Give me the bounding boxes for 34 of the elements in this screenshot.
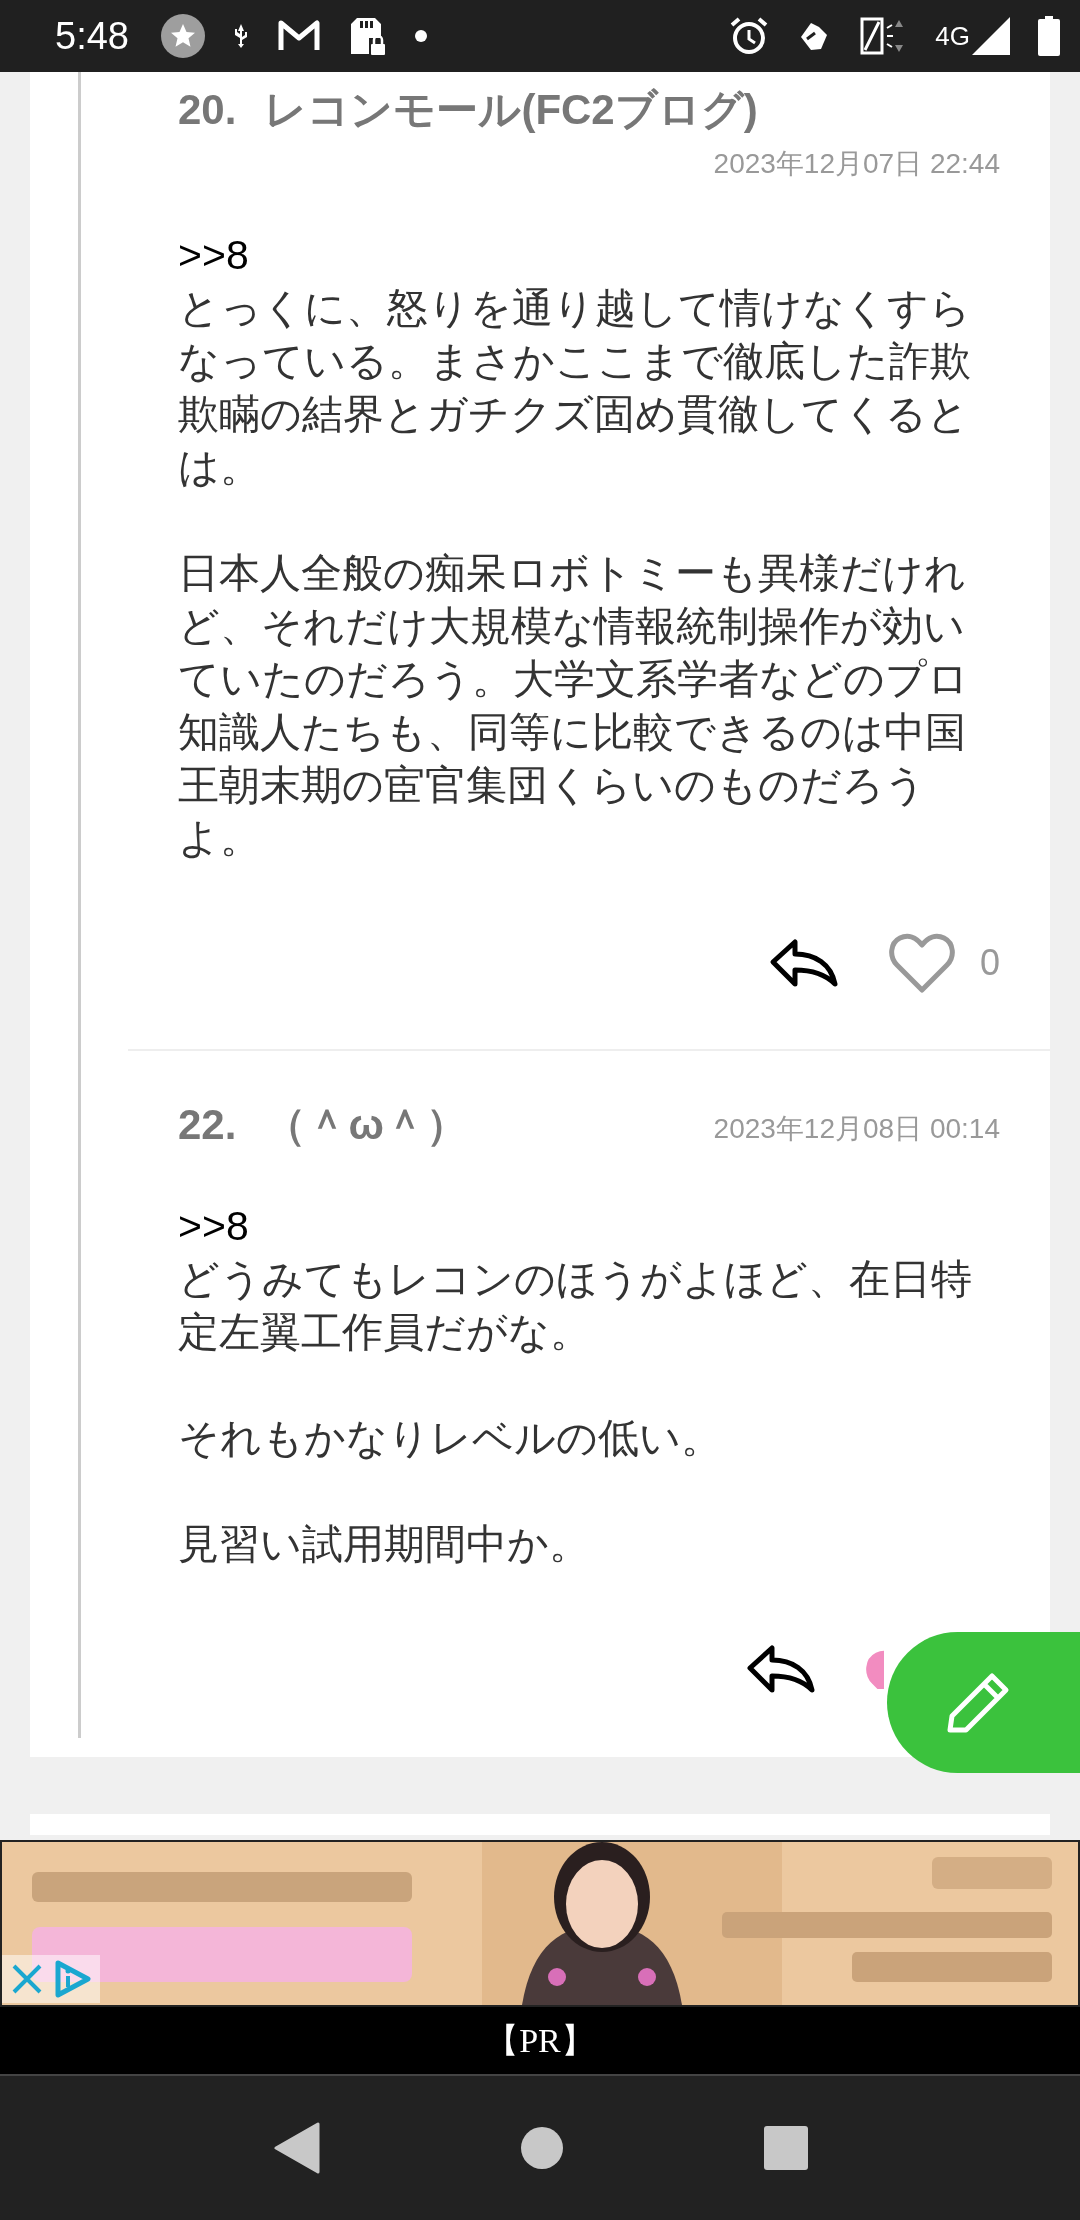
usb-icon	[232, 22, 249, 50]
comment-date: 2023年12月08日 00:14	[713, 1112, 1000, 1146]
star-notification-icon	[160, 14, 205, 58]
comment-text: 日本人全般の痴呆ロボトミーも異様だけれど、それだけ大規模な情報統制操作が効いていたのだろう。大学文系学者などのプロ知識人たちも、同等に比較できるのは中国王朝末期の宦官集団くらいのものだろうよ。	[178, 548, 970, 864]
battery-icon	[1038, 16, 1060, 56]
commenter-name: （＾ω＾）	[264, 1101, 468, 1148]
comment-number: 20.	[178, 86, 237, 133]
reply-icon[interactable]	[768, 938, 839, 988]
dot-icon	[414, 30, 427, 42]
comment-text: それもかなりレベルの低い。	[178, 1413, 723, 1464]
quote-link[interactable]: >>8	[178, 229, 249, 282]
signal-icon	[972, 17, 1010, 55]
quote-link[interactable]: >>8	[178, 1200, 249, 1253]
sd-card-lock-icon	[348, 16, 387, 56]
alarm-icon	[729, 16, 770, 56]
like-count: 0	[979, 942, 1000, 984]
vibrate-icon	[859, 16, 906, 56]
network-type: 4G	[935, 20, 970, 52]
mail-icon	[276, 19, 321, 53]
reply-icon[interactable]	[746, 1644, 816, 1694]
pr-label: 【PR】	[485, 2020, 595, 2061]
comment-text: とっくに、怒りを通り越して情けなくすらなっている。まさかここまで徹底した詐欺欺瞞の結界とガチクズ固め貫徹してくるとは。	[178, 283, 972, 493]
comment-text: 見習い試用期間中か。	[178, 1519, 591, 1570]
back-button[interactable]	[272, 2122, 320, 2174]
comment-number: 22.	[178, 1101, 237, 1148]
heart-icon[interactable]	[866, 1649, 884, 1689]
clock: 5:48	[55, 14, 129, 58]
home-button[interactable]	[520, 2126, 564, 2170]
comment-text: どうみてもレコンのほうがよほど、在日特定左翼工作員だがな。	[178, 1254, 973, 1358]
close-icon[interactable]	[10, 1962, 44, 1996]
compose-button[interactable]	[887, 1632, 1080, 1773]
commenter-name: レコンモール(FC2ブログ)	[264, 86, 758, 133]
heart-icon[interactable]	[888, 932, 955, 994]
comment-date: 2023年12月07日 22:44	[713, 147, 1000, 181]
